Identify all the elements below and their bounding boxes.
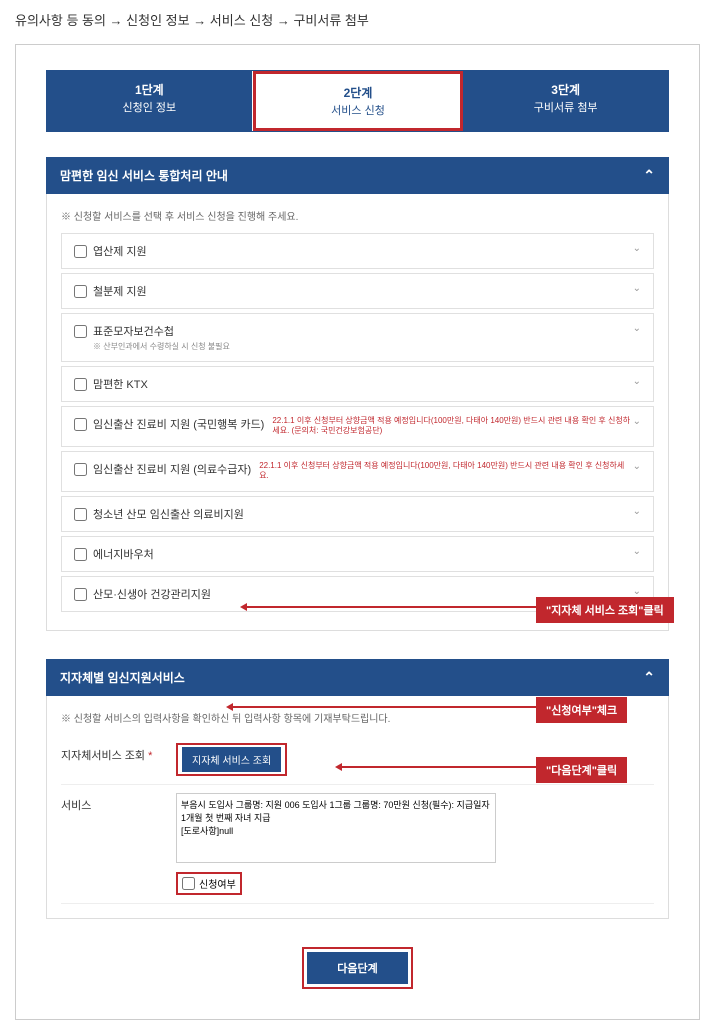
section1-body: ※ 신청할 서비스를 선택 후 서비스 신청을 진행해 주세요. 엽산제 지원 … (46, 194, 669, 631)
service-warning: 22.1.1 이후 신청부터 상향금액 적용 예정입니다(100만원, 다태아 … (272, 416, 632, 437)
checkbox[interactable] (74, 418, 87, 431)
checkbox[interactable] (74, 285, 87, 298)
apply-label: 신청여부 (199, 876, 236, 891)
checkbox[interactable] (74, 508, 87, 521)
chevron-up-icon: ⌃ (643, 167, 655, 184)
arrow-line-1 (246, 606, 536, 608)
lookup-label-text: 지자체서비스 조회 (61, 750, 145, 762)
chevron-down-icon: ⌄ (633, 506, 641, 517)
section1-notice: ※ 신청할 서비스를 선택 후 서비스 신청을 진행해 주세요. (61, 208, 654, 223)
service-subnote: ※ 산부인과에서 수령하실 시 신청 불필요 (93, 341, 230, 352)
section1-title: 맘편한 임신 서비스 통합처리 안내 (60, 167, 228, 184)
service-textarea[interactable] (176, 793, 496, 863)
service-item-medical[interactable]: 임신출산 진료비 지원 (의료수급자) 22.1.1 이후 신청부터 상향금액 … (61, 451, 654, 492)
chevron-down-icon: ⌄ (633, 416, 641, 427)
step-title: 2단계 (256, 84, 461, 101)
service-label: 에너지바우처 (93, 546, 154, 562)
service-label: 맘편한 KTX (93, 376, 148, 392)
chevron-down-icon: ⌄ (633, 546, 641, 557)
service-item-ktx[interactable]: 맘편한 KTX ⌄ (61, 366, 654, 402)
arrow-line-2 (232, 706, 536, 708)
chevron-up-icon: ⌃ (643, 669, 655, 686)
arrow-line-3 (341, 766, 536, 768)
step-title: 3단계 (463, 81, 668, 98)
service-label: 임신출산 진료비 지원 (의료수급자) (93, 461, 251, 477)
service-item-teen[interactable]: 청소년 산모 임신출산 의료비지원 ⌄ (61, 496, 654, 532)
next-button-row: 다음단계 (46, 947, 669, 989)
required-mark: * (148, 750, 152, 762)
callout-next: "다음단계"클릭 (536, 757, 627, 783)
section1-header[interactable]: 맘편한 임신 서비스 통합처리 안내 ⌃ (46, 157, 669, 194)
section2-body: ※ 신청할 서비스의 입력사항을 확인하신 뒤 입력사항 항목에 기재부탁드립니… (46, 696, 669, 919)
service-item-handbook[interactable]: 표준모자보건수첩 ※ 산부인과에서 수령하실 시 신청 불필요 ⌄ (61, 313, 654, 362)
step-label: 서비스 신청 (256, 102, 461, 118)
step-label: 구비서류 첨부 (463, 99, 668, 115)
checkbox[interactable] (74, 245, 87, 258)
chevron-down-icon: ⌄ (633, 283, 641, 294)
checkbox[interactable] (74, 588, 87, 601)
checkbox[interactable] (74, 325, 87, 338)
step-tab-3[interactable]: 3단계 구비서류 첨부 (463, 71, 668, 131)
section2-header[interactable]: 지자체별 임신지원서비스 ⌃ (46, 659, 669, 696)
callout-apply: "신청여부"체크 (536, 697, 627, 723)
step-tabs: 1단계 신청인 정보 2단계 서비스 신청 3단계 구비서류 첨부 (46, 70, 669, 132)
service-item-energy[interactable]: 에너지바우처 ⌄ (61, 536, 654, 572)
checkbox[interactable] (74, 378, 87, 391)
service-warning: 22.1.1 이후 신청부터 상향금액 적용 예정입니다(100만원, 다태아 … (259, 461, 632, 482)
service-row: 서비스 신청여부 (61, 785, 654, 904)
lookup-label: 지자체서비스 조회 * (61, 743, 176, 763)
breadcrumb: 유의사항 등 동의 → 신청인 정보 → 서비스 신청 → 구비서류 첨부 (15, 10, 700, 29)
callout-lookup: "지자체 서비스 조회"클릭 (536, 597, 674, 623)
service-label: 임신출산 진료비 지원 (국민행복 카드) (93, 416, 264, 432)
chevron-down-icon: ⌄ (633, 586, 641, 597)
checkbox[interactable] (74, 463, 87, 476)
step-tab-2[interactable]: 2단계 서비스 신청 (253, 71, 464, 131)
service-label: 산모·신생아 건강관리지원 (93, 586, 211, 602)
service-item-happycard[interactable]: 임신출산 진료비 지원 (국민행복 카드) 22.1.1 이후 신청부터 상향금… (61, 406, 654, 447)
checkbox[interactable] (74, 548, 87, 561)
step-tab-1[interactable]: 1단계 신청인 정보 (47, 71, 253, 131)
service-label: 청소년 산모 임신출산 의료비지원 (93, 506, 244, 522)
next-highlight: 다음단계 (302, 947, 412, 989)
service-item-iron[interactable]: 철분제 지원 ⌄ (61, 273, 654, 309)
section2-title: 지자체별 임신지원서비스 (60, 669, 185, 686)
page-container: 1단계 신청인 정보 2단계 서비스 신청 3단계 구비서류 첨부 맘편한 임신… (15, 44, 700, 1020)
chevron-down-icon: ⌄ (633, 376, 641, 387)
step-label: 신청인 정보 (47, 99, 252, 115)
next-button[interactable]: 다음단계 (307, 952, 407, 984)
service-label: 표준모자보건수첩 (93, 323, 230, 339)
chevron-down-icon: ⌄ (633, 461, 641, 472)
step-title: 1단계 (47, 81, 252, 98)
chevron-down-icon: ⌄ (633, 243, 641, 254)
chevron-down-icon: ⌄ (633, 323, 641, 334)
service-field-label: 서비스 (61, 793, 176, 813)
service-label: 엽산제 지원 (93, 243, 147, 259)
lookup-button[interactable]: 지자체 서비스 조회 (182, 747, 281, 772)
service-item-folic[interactable]: 엽산제 지원 ⌄ (61, 233, 654, 269)
service-label: 철분제 지원 (93, 283, 147, 299)
lookup-highlight: 지자체 서비스 조회 (176, 743, 287, 776)
apply-checkbox[interactable] (182, 877, 195, 890)
apply-highlight: 신청여부 (176, 872, 242, 895)
